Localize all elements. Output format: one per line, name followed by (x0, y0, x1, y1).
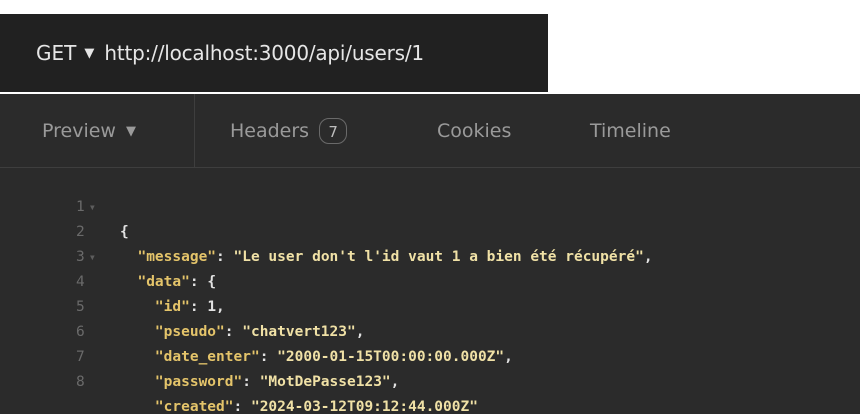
code-line: 1 ▾ { (0, 170, 860, 240)
response-panel: Preview ▼ Headers 7 Cookies Timeline 1 ▾ … (0, 94, 860, 414)
json-key: "password" (154, 374, 243, 390)
url-bar[interactable]: GET ▼ http://localhost:3000/api/users/1 (0, 14, 548, 92)
tab-preview-label: Preview (42, 120, 116, 142)
tab-headers-label: Headers (230, 120, 310, 142)
caret-down-icon: ▼ (125, 123, 136, 139)
code-line: 6▾ "date_enter": "2000-01-15T00:00:00.00… (0, 295, 860, 365)
method-selector[interactable]: GET ▼ (36, 41, 102, 65)
url-input[interactable]: http://localhost:3000/api/users/1 (104, 41, 424, 65)
code-line: 2▾ "message": "Le user don't l'id vaut 1… (0, 195, 860, 265)
tab-timeline-label: Timeline (590, 120, 671, 142)
tab-preview[interactable]: Preview ▼ (0, 94, 195, 168)
code-line: 3 ▾ "data": { (0, 220, 860, 290)
line-number: 8▾ (76, 374, 85, 390)
tab-cookies[interactable]: Cookies (437, 94, 511, 168)
json-key: "created" (154, 399, 234, 414)
code-line: 7▾ "password": "MotDePasse123", (0, 320, 860, 390)
method-label: GET (36, 41, 77, 65)
code-line: 8▾ "created": "2024-03-12T09:12:44.000Z" (0, 345, 860, 414)
tab-timeline[interactable]: Timeline (590, 94, 671, 168)
caret-down-icon: ▼ (84, 45, 95, 61)
tab-cookies-label: Cookies (437, 120, 512, 142)
code-line: 4▾ "id": 1, (0, 245, 860, 315)
response-tabs: Preview ▼ Headers 7 Cookies Timeline (0, 94, 860, 168)
tab-headers[interactable]: Headers 7 (230, 94, 348, 168)
code-line: 5▾ "pseudo": "chatvert123", (0, 270, 860, 340)
json-preview: 1▾ { 2▾ "message": "Le user don't l'id v… (0, 170, 860, 414)
json-value: "MotDePasse123" (259, 374, 391, 390)
json-value: "2024-03-12T09:12:44.000Z" (250, 399, 478, 414)
headers-count-badge: 7 (319, 118, 348, 144)
